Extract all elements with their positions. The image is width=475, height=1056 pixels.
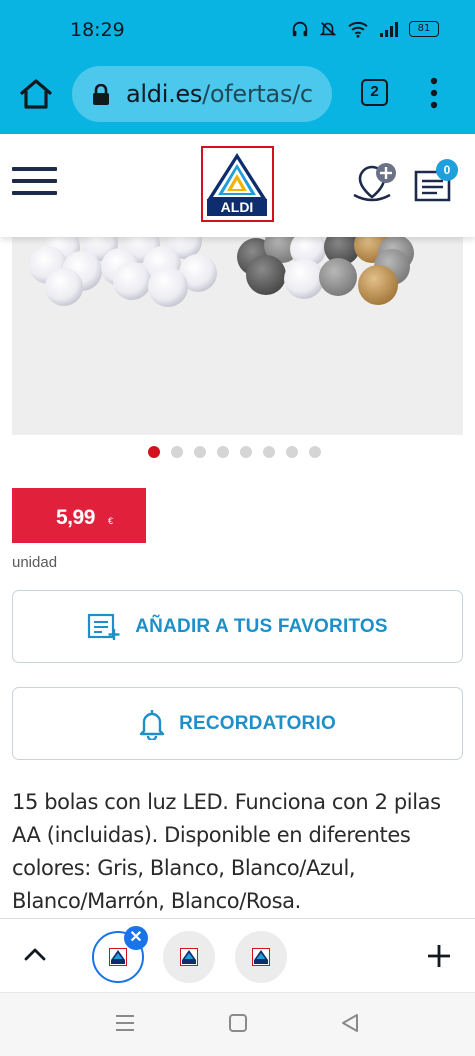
tab-switcher-button[interactable]: 2 bbox=[361, 79, 388, 106]
price-currency: € bbox=[108, 516, 114, 526]
price-value: 5,99 bbox=[56, 506, 95, 529]
led-balls-photo bbox=[29, 237, 414, 307]
browser-toolbar: aldi.es/ofertas/c 2 bbox=[0, 62, 475, 134]
favorites-button-label: AÑADIR A TUS FAVORITOS bbox=[135, 615, 388, 637]
carousel-dot[interactable] bbox=[194, 446, 206, 458]
aldi-favicon-icon bbox=[252, 948, 270, 966]
chevron-up-icon[interactable] bbox=[24, 947, 46, 961]
carousel-dot[interactable] bbox=[171, 446, 183, 458]
white-balls bbox=[29, 237, 217, 307]
bell-icon bbox=[139, 709, 165, 740]
overflow-menu-icon[interactable] bbox=[424, 76, 444, 110]
url-text: aldi.es/ofertas/c bbox=[126, 80, 313, 108]
home-icon[interactable] bbox=[18, 76, 54, 112]
product-description: 15 bolas con luz LED. Funciona con 2 pil… bbox=[12, 790, 441, 913]
reminder-button-label: RECORDATORIO bbox=[179, 712, 336, 734]
status-time: 18:29 bbox=[70, 19, 125, 41]
reminder-button[interactable]: RECORDATORIO bbox=[12, 687, 463, 760]
carousel-dot[interactable] bbox=[148, 446, 160, 458]
aldi-logo-mark: ALDI bbox=[205, 150, 269, 217]
price-tag: 5,99 € bbox=[12, 488, 146, 543]
status-icons: 81 bbox=[291, 20, 439, 38]
carousel-dot[interactable] bbox=[240, 446, 252, 458]
home-nav-icon[interactable] bbox=[228, 1013, 248, 1033]
back-nav-icon[interactable] bbox=[340, 1013, 360, 1033]
tab-strip: ALDIALDIALDI ✕ bbox=[0, 918, 475, 992]
wifi-icon bbox=[348, 21, 368, 38]
tab-thumbnail[interactable]: ALDI bbox=[235, 931, 287, 983]
url-path: /ofertas/c bbox=[202, 80, 313, 108]
aldi-logo[interactable]: ALDI bbox=[201, 146, 274, 222]
grey-balls bbox=[237, 237, 414, 305]
close-tab-icon[interactable]: ✕ bbox=[124, 926, 148, 950]
list-add-icon bbox=[88, 613, 120, 640]
status-bar: 18:29 81 bbox=[0, 0, 475, 62]
carousel-dot[interactable] bbox=[263, 446, 275, 458]
product-image[interactable] bbox=[12, 237, 463, 435]
headphones-icon bbox=[292, 21, 308, 37]
site-header: ALDI 0 bbox=[0, 134, 475, 237]
mute-bell-icon bbox=[319, 22, 337, 36]
tab-thumbnail[interactable]: ALDI bbox=[163, 931, 215, 983]
url-domain: aldi.es bbox=[126, 80, 203, 108]
svg-text:ALDI: ALDI bbox=[221, 199, 254, 215]
carousel-pagination bbox=[148, 446, 321, 458]
carousel-dot[interactable] bbox=[286, 446, 298, 458]
carousel-dot[interactable] bbox=[217, 446, 229, 458]
carousel-dot[interactable] bbox=[309, 446, 321, 458]
recent-apps-icon[interactable] bbox=[114, 1013, 136, 1033]
aldi-favicon-icon bbox=[109, 948, 127, 966]
signal-icon bbox=[380, 22, 398, 37]
new-tab-icon[interactable] bbox=[426, 943, 452, 969]
hamburger-menu-icon[interactable] bbox=[12, 167, 57, 201]
add-to-favorites-button[interactable]: AÑADIR A TUS FAVORITOS bbox=[12, 590, 463, 663]
aldi-favicon-icon bbox=[180, 948, 198, 966]
unit-label: unidad bbox=[12, 554, 58, 571]
address-bar[interactable]: aldi.es/ofertas/c bbox=[72, 66, 332, 122]
store-locator-icon[interactable] bbox=[352, 159, 400, 205]
cart-count-badge: 0 bbox=[436, 159, 458, 181]
battery-icon: 81 bbox=[409, 21, 439, 37]
system-navigation-bar bbox=[0, 992, 475, 1056]
lock-icon bbox=[93, 84, 109, 105]
